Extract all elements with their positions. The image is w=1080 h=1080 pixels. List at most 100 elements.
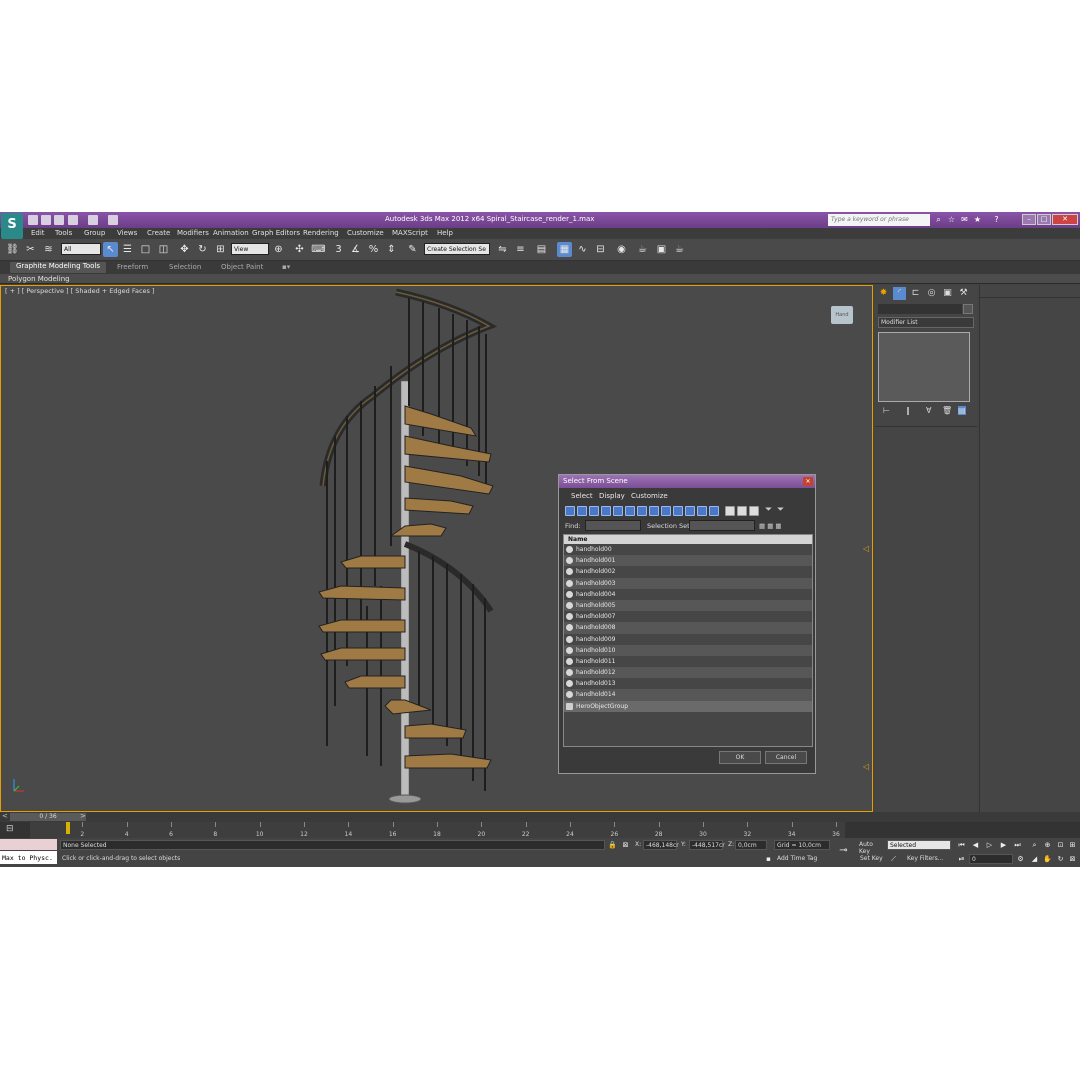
display-xrefs-icon[interactable] [649, 506, 659, 516]
object-name-field[interactable] [878, 304, 962, 314]
project-folder-icon[interactable] [108, 215, 118, 225]
select-manipulate-icon[interactable]: ✣ [292, 242, 307, 257]
align-icon[interactable]: ≡ [513, 242, 528, 257]
time-slider[interactable]: 0 / 36 [10, 813, 86, 821]
pan-view-icon[interactable]: ✋ [1042, 854, 1053, 864]
open-file-icon[interactable] [41, 215, 51, 225]
lock-selection-icon[interactable]: 🔒 [607, 840, 618, 850]
display-containers-icon[interactable] [673, 506, 683, 516]
hierarchy-tab-icon[interactable]: ⊏ [909, 287, 922, 300]
layer-manager-icon[interactable]: ▤ [534, 242, 549, 257]
track-bar[interactable]: ⊟ 2 4 6 8 10 12 14 16 18 20 22 24 26 28 30 32 34 36 [0, 822, 1080, 838]
window-crossing-icon[interactable]: ◫ [156, 242, 171, 257]
save-file-icon[interactable] [54, 215, 64, 225]
go-to-end-icon[interactable]: ⏭ [1012, 840, 1023, 850]
display-helpers-icon[interactable] [613, 506, 623, 516]
list-item[interactable]: handhold007 [564, 611, 812, 622]
modify-tab-icon[interactable]: ◜ [893, 287, 906, 300]
mini-curve-editor-icon[interactable]: ⊟ [6, 824, 14, 834]
select-object-icon[interactable]: ↖ [103, 242, 118, 257]
time-prev-icon[interactable]: < [2, 812, 8, 820]
zoom-extents-icon[interactable]: ⊡ [1055, 840, 1066, 850]
find-input[interactable] [585, 520, 641, 531]
remove-modifier-icon[interactable]: 🗑 [942, 406, 952, 415]
list-item[interactable]: HeroObjectGroup [564, 700, 812, 712]
material-editor-icon[interactable]: ◉ [614, 242, 629, 257]
ribbon-options-icon[interactable]: ▪▾ [282, 263, 290, 271]
select-and-rotate-icon[interactable]: ↻ [195, 242, 210, 257]
app-logo-button[interactable]: S [1, 213, 23, 239]
dialog-menu-select[interactable]: Select [571, 492, 593, 500]
zoom-all-icon[interactable]: ⊕ [1042, 840, 1053, 850]
select-none-icon[interactable] [737, 506, 747, 516]
column-header-name[interactable]: Name [564, 535, 812, 544]
list-item[interactable]: handhold011 [564, 656, 812, 667]
key-set-select[interactable]: Selected [887, 840, 951, 850]
tab-freeform[interactable]: Freeform [117, 263, 148, 271]
named-selection-set-select[interactable]: Create Selection Se [424, 243, 490, 255]
select-and-scale-icon[interactable]: ⊞ [213, 242, 228, 257]
keyboard-shortcut-icon[interactable]: ⌨ [311, 242, 326, 257]
viewport-divider-arrow[interactable]: ◁ [863, 762, 869, 771]
list-item[interactable]: handhold003 [564, 577, 812, 589]
viewport-divider-arrow[interactable]: ◁ [863, 544, 869, 553]
ok-button[interactable]: OK [719, 751, 761, 764]
edit-named-selection-icon[interactable]: ✎ [405, 242, 420, 257]
rectangular-selection-icon[interactable]: □ [138, 242, 153, 257]
menu-tools[interactable]: Tools [55, 229, 72, 237]
display-groups-icon[interactable] [637, 506, 647, 516]
list-item[interactable]: handhold010 [564, 644, 812, 656]
list-item[interactable]: handhold012 [564, 667, 812, 679]
angle-snap-icon[interactable]: ∡ [348, 242, 363, 257]
filter-icon[interactable]: ⏷ [765, 505, 772, 515]
menu-edit[interactable]: Edit [31, 229, 45, 237]
object-color-swatch[interactable] [963, 304, 973, 314]
key-filters-button[interactable]: Key Filters... [905, 854, 951, 864]
motion-tab-icon[interactable]: ◎ [925, 287, 938, 300]
list-item[interactable]: handhold001 [564, 555, 812, 567]
spiral-staircase-model[interactable] [301, 286, 511, 811]
subscription-icon[interactable]: ☆ [947, 215, 956, 224]
list-item[interactable]: handhold014 [564, 689, 812, 701]
key-filter-icon[interactable]: ⟋ [888, 854, 899, 864]
maxscript-listener-mini[interactable] [0, 839, 57, 850]
mirror-icon[interactable]: ⇋ [495, 242, 510, 257]
undo-icon[interactable] [68, 215, 78, 225]
set-key-button[interactable]: Set Key [858, 854, 886, 864]
select-and-link-icon[interactable]: ⛓ [5, 242, 20, 257]
set-key-mode-icon[interactable]: ⊸ [838, 846, 849, 856]
auto-key-button[interactable]: Auto Key [857, 840, 887, 855]
zoom-extents-all-icon[interactable]: ⊞ [1067, 840, 1078, 850]
pin-stack-icon[interactable]: ⊢ [883, 406, 890, 415]
scene-object-list[interactable]: Name handhold00 handhold001 handhold002 … [563, 534, 813, 747]
display-frozen-icon[interactable] [685, 506, 695, 516]
utilities-tab-icon[interactable]: ⚒ [957, 287, 970, 300]
current-frame-field[interactable]: 0 [969, 854, 1013, 864]
list-item[interactable]: handhold002 [564, 566, 812, 577]
frame-ruler[interactable]: 2 4 6 8 10 12 14 16 18 20 22 24 26 28 30 32 34 36 [30, 822, 845, 838]
reference-coordinate-select[interactable]: View [231, 243, 269, 255]
list-item[interactable]: handhold004 [564, 589, 812, 600]
keyframe-marker[interactable] [66, 822, 70, 834]
key-mode-icon[interactable]: ⏯ [956, 854, 967, 864]
selection-set-tools-icon[interactable]: ▦ ▦ ▦ [759, 522, 782, 530]
x-coordinate-field[interactable]: -468,148cr [643, 840, 679, 850]
display-shapes-icon[interactable] [577, 506, 587, 516]
menu-rendering[interactable]: Rendering [303, 229, 339, 237]
zoom-icon[interactable]: ⌕ [1029, 840, 1040, 850]
new-file-icon[interactable] [28, 215, 38, 225]
maxscript-mini-input[interactable]: Max to Physc. [0, 851, 57, 864]
schematic-view-icon[interactable]: ⊟ [593, 242, 608, 257]
percent-snap-icon[interactable]: % [366, 242, 381, 257]
minimize-button[interactable]: – [1022, 214, 1036, 225]
menu-graph-editors[interactable]: Graph Editors [252, 229, 300, 237]
dialog-close-button[interactable]: ✕ [803, 477, 813, 486]
create-tab-icon[interactable]: ✸ [877, 287, 890, 300]
list-item[interactable]: handhold005 [564, 599, 812, 612]
menu-maxscript[interactable]: MAXScript [392, 229, 428, 237]
tab-object-paint[interactable]: Object Paint [221, 263, 263, 271]
select-and-move-icon[interactable]: ✥ [177, 242, 192, 257]
ribbon-panel-label[interactable]: Polygon Modeling [8, 275, 70, 283]
field-of-view-icon[interactable]: ◢ [1029, 854, 1040, 864]
next-frame-icon[interactable]: ▶ [998, 840, 1009, 850]
